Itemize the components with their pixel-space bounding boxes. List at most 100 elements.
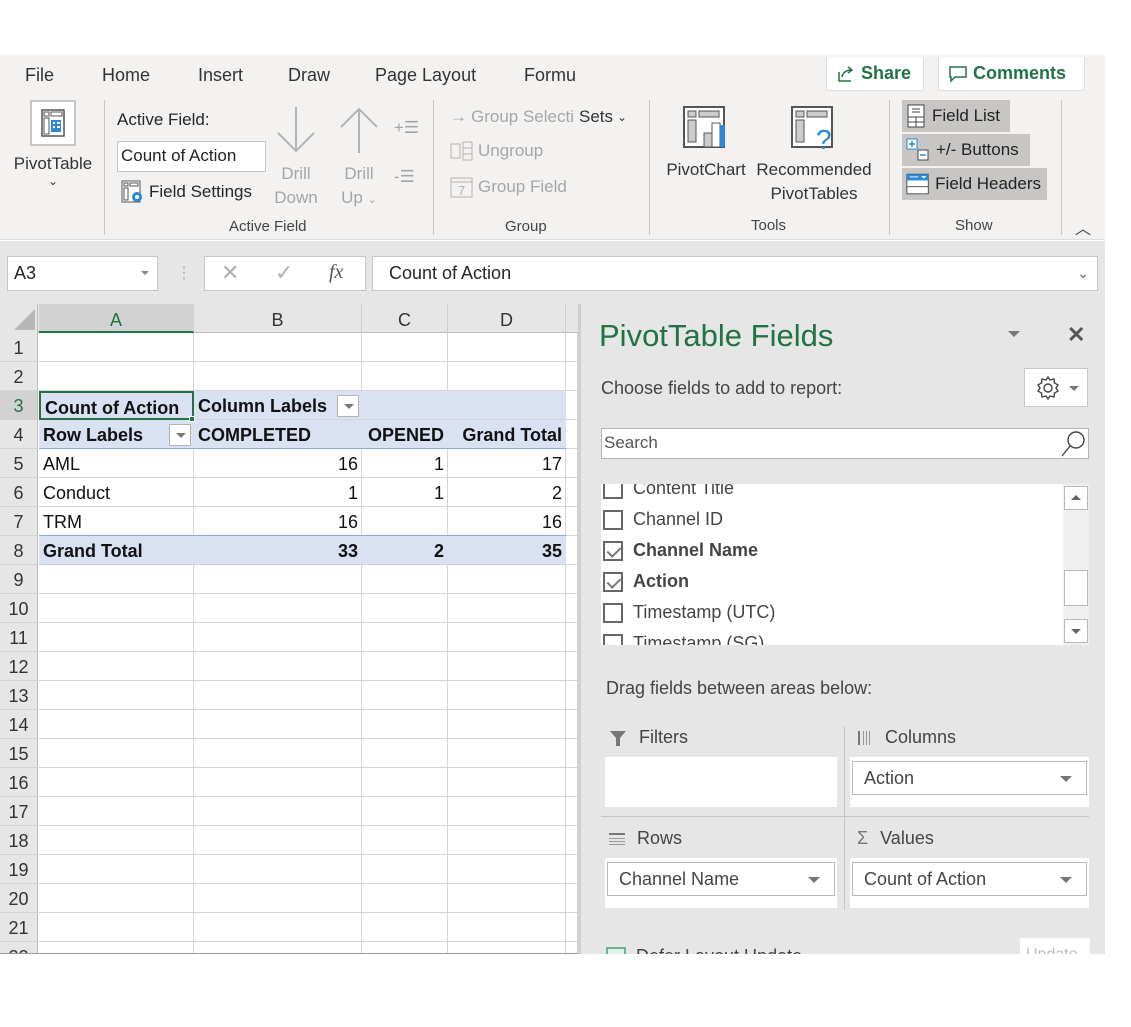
grand-total-value[interactable]: 2 xyxy=(362,536,448,565)
collapse-ribbon-icon[interactable]: ︿ xyxy=(1075,215,1091,239)
grid-cell[interactable] xyxy=(566,362,578,391)
column-labels-filter-button[interactable] xyxy=(337,395,359,417)
field-checkbox[interactable] xyxy=(603,602,623,623)
field-list-toggle[interactable]: Field List xyxy=(902,100,1010,132)
grid-cell[interactable] xyxy=(194,826,362,855)
row-header[interactable]: 19 xyxy=(0,855,38,884)
expand-formula-bar-icon[interactable]: ⌄ xyxy=(1077,265,1089,282)
values-drop-area[interactable]: Count of Action xyxy=(850,858,1089,908)
grand-total-value[interactable]: 35 xyxy=(448,536,566,565)
row-header[interactable]: 17 xyxy=(0,797,38,826)
field-headers-toggle[interactable]: Field Headers xyxy=(902,168,1047,200)
pivot-col-header[interactable]: COMPLETED xyxy=(194,420,362,449)
formula-input[interactable]: Count of Action ⌄ xyxy=(372,256,1098,291)
tab-page-layout[interactable]: Page Layout xyxy=(375,65,476,86)
column-header-d[interactable]: D xyxy=(448,304,566,333)
defer-checkbox[interactable] xyxy=(606,946,626,954)
grid-cell[interactable] xyxy=(194,768,362,797)
chevron-down-icon[interactable] xyxy=(808,877,820,883)
grid-cell[interactable] xyxy=(362,884,448,913)
grid-cell[interactable] xyxy=(362,855,448,884)
grid-cell[interactable] xyxy=(566,826,578,855)
row-header[interactable]: 21 xyxy=(0,913,38,942)
grid-cell[interactable] xyxy=(194,739,362,768)
grand-total-value[interactable]: 33 xyxy=(194,536,362,565)
update-button[interactable]: Update xyxy=(1020,938,1090,954)
field-list-item[interactable]: Channel ID xyxy=(603,504,723,535)
grid-cell[interactable] xyxy=(566,623,578,652)
pivot-value-cell[interactable]: 16 xyxy=(194,507,362,536)
grid-cell[interactable] xyxy=(448,855,566,884)
grid-cell[interactable] xyxy=(448,565,566,594)
scroll-up-button[interactable] xyxy=(1064,486,1088,510)
sets-button[interactable]: Sets ⌄ xyxy=(579,107,627,127)
grid-cell[interactable] xyxy=(448,681,566,710)
grid-cell[interactable] xyxy=(448,739,566,768)
collapse-field-icon[interactable]: -☰ xyxy=(394,167,415,187)
grid-cell[interactable] xyxy=(194,681,362,710)
grid-cell[interactable] xyxy=(566,797,578,826)
field-list-item[interactable]: Content Title xyxy=(603,484,734,504)
grid-cell[interactable] xyxy=(566,913,578,942)
grid-cell[interactable] xyxy=(362,710,448,739)
pivot-row-label[interactable]: AML xyxy=(39,449,194,478)
row-header[interactable]: 6 xyxy=(0,478,38,507)
grid-cell[interactable] xyxy=(39,768,194,797)
tools-settings-button[interactable] xyxy=(1024,368,1088,407)
field-checkbox[interactable] xyxy=(603,540,623,561)
grid-cell[interactable] xyxy=(448,594,566,623)
grid-cell[interactable] xyxy=(39,710,194,739)
active-field-input[interactable]: Count of Action xyxy=(117,141,266,172)
grid-cell[interactable] xyxy=(566,391,578,420)
grid-cell[interactable] xyxy=(194,565,362,594)
grid-cell[interactable] xyxy=(362,942,448,953)
pivot-col-header[interactable]: OPENED xyxy=(362,420,448,449)
field-list-scrollbar[interactable] xyxy=(1063,484,1089,645)
rows-field-item[interactable]: Channel Name xyxy=(607,862,835,896)
comments-button[interactable]: Comments xyxy=(938,57,1085,91)
grid-cell[interactable] xyxy=(39,913,194,942)
row-header[interactable]: 7 xyxy=(0,507,38,536)
grid-cell[interactable] xyxy=(448,884,566,913)
pivot-value-cell[interactable]: 2 xyxy=(448,478,566,507)
name-box[interactable]: A3 xyxy=(7,256,158,291)
field-list-item[interactable]: Action xyxy=(603,566,689,597)
grid-cell[interactable] xyxy=(194,362,362,391)
tab-draw[interactable]: Draw xyxy=(288,65,330,86)
grid-cell[interactable] xyxy=(362,797,448,826)
grid-cell[interactable] xyxy=(566,594,578,623)
share-button[interactable]: Share xyxy=(826,57,924,91)
close-icon[interactable]: ✕ xyxy=(1067,322,1085,348)
grid-cell[interactable] xyxy=(39,623,194,652)
grid-cell[interactable] xyxy=(448,362,566,391)
grand-total-label[interactable]: Grand Total xyxy=(39,536,194,565)
pivot-col-header[interactable]: Grand Total xyxy=(448,420,566,449)
field-checkbox[interactable] xyxy=(603,571,623,592)
chevron-down-icon[interactable] xyxy=(1060,877,1072,883)
grid-cell[interactable] xyxy=(194,594,362,623)
grid-cell[interactable] xyxy=(194,710,362,739)
grid-cell[interactable] xyxy=(362,362,448,391)
pivot-value-cell[interactable]: 17 xyxy=(448,449,566,478)
grid-cell[interactable] xyxy=(566,884,578,913)
field-list-item[interactable]: Timestamp (SG) xyxy=(603,628,764,645)
row-header[interactable]: 9 xyxy=(0,565,38,594)
pivot-value-cell[interactable]: 1 xyxy=(362,478,448,507)
row-header[interactable]: 5 xyxy=(0,449,38,478)
column-header-a[interactable]: A xyxy=(39,304,194,333)
grid-cell[interactable] xyxy=(566,855,578,884)
grid-cell[interactable] xyxy=(566,739,578,768)
insert-function-icon[interactable]: fx xyxy=(329,261,343,284)
grid-cell[interactable] xyxy=(448,913,566,942)
tab-home[interactable]: Home xyxy=(102,65,150,86)
row-header[interactable]: 3 xyxy=(0,391,38,420)
group-selection-button[interactable]: → Group Selecti xyxy=(450,107,574,127)
plus-minus-buttons-toggle[interactable]: +/- Buttons xyxy=(902,134,1030,166)
columns-drop-area[interactable]: Action xyxy=(850,757,1089,807)
row-header[interactable]: 20 xyxy=(0,884,38,913)
values-field-item[interactable]: Count of Action xyxy=(852,862,1087,896)
grid-cell[interactable] xyxy=(39,884,194,913)
grid-cell[interactable] xyxy=(566,565,578,594)
recommended-pivottables-button[interactable]: ? Recommended PivotTables xyxy=(753,105,875,206)
grid-cell[interactable] xyxy=(39,826,194,855)
